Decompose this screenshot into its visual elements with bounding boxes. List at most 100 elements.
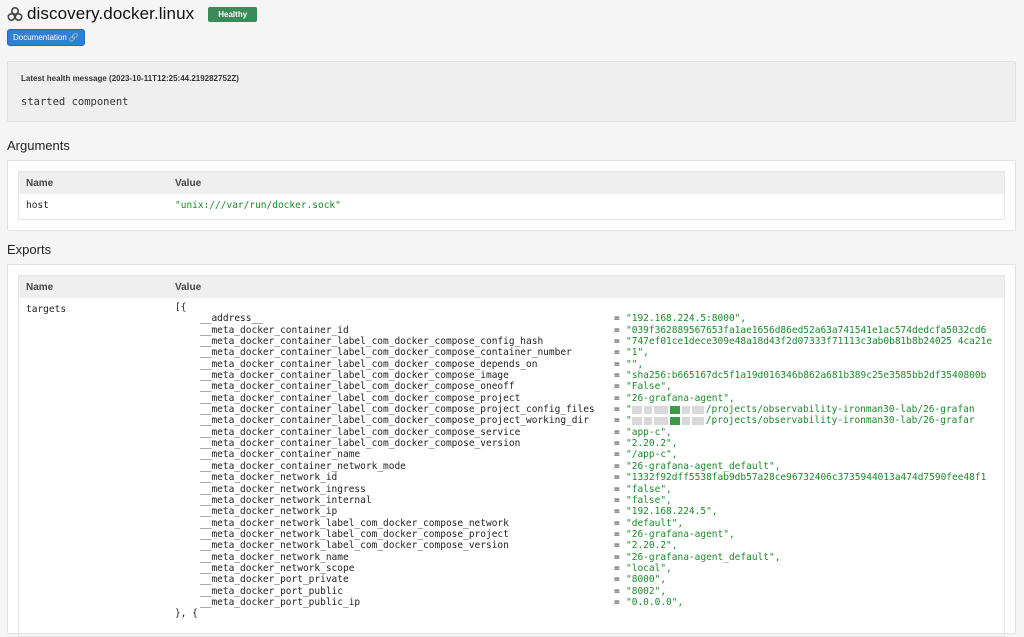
redacted-block xyxy=(631,416,642,425)
code-equals: = xyxy=(614,336,620,348)
code-key: __meta_docker_container_label_com_docker… xyxy=(200,438,521,450)
code-key: __meta_docker_container_label_com_docker… xyxy=(200,347,572,359)
health-message-title: Latest health message (2023-10-11T12:25:… xyxy=(21,74,239,83)
code-equals: = xyxy=(614,551,620,563)
arguments-table: Name Value host "unix:///var/run/docker.… xyxy=(18,171,1005,220)
redacted-block xyxy=(669,405,680,414)
code-equals: = xyxy=(614,392,620,404)
code-equals: = xyxy=(614,517,620,529)
code-line: __meta_docker_container_label_com_docker… xyxy=(175,347,1004,358)
code-value: "1", xyxy=(626,347,649,359)
code-equals: = xyxy=(614,370,620,382)
redacted-block xyxy=(631,405,642,414)
code-line: __meta_docker_port_public_ip = "0.0.0.0", xyxy=(175,597,1004,608)
code-equals: = xyxy=(614,585,620,597)
code-equals: = xyxy=(614,404,620,416)
export-value-code: [{__address__ = "192.168.224.5:8000", __met… xyxy=(175,302,1004,620)
code-line: __meta_docker_container_id = "039f36288956… xyxy=(175,325,1004,336)
code-equals: = xyxy=(614,506,620,518)
documentation-button[interactable]: Documentation 🔗 xyxy=(7,29,85,46)
code-key: __meta_docker_port_public xyxy=(200,585,343,597)
code-key: __meta_docker_network_internal xyxy=(200,494,372,506)
code-key: __meta_docker_network_ingress xyxy=(200,483,366,495)
code-key: __meta_docker_network_id xyxy=(200,472,338,484)
code-value-text: /projects/observability-ironman30-lab/26… xyxy=(705,415,975,427)
redacted-block xyxy=(681,416,690,425)
code-value: "False", xyxy=(626,381,672,393)
code-key: __meta_docker_container_label_com_docker… xyxy=(200,336,544,348)
argument-name: host xyxy=(26,200,49,211)
code-line: __address__ = "192.168.224.5:8000", xyxy=(175,313,1004,324)
redacted-block xyxy=(669,416,680,425)
code-line: __meta_docker_port_public = "8002", xyxy=(175,586,1004,597)
code-key: __meta_docker_container_network_mode xyxy=(200,460,406,472)
code-equals: = xyxy=(614,472,620,484)
component-header: discovery.docker.linux Healthy xyxy=(7,4,258,24)
code-value: "192.168.224.5", xyxy=(626,506,718,518)
code-key: __meta_docker_container_label_com_docker… xyxy=(200,381,515,393)
component-icon xyxy=(7,6,23,22)
code-key: __meta_docker_container_label_com_docker… xyxy=(200,392,521,404)
code-line: __meta_docker_container_network_mode = "26… xyxy=(175,461,1004,472)
code-equals: = xyxy=(614,574,620,586)
code-close-bracket: }, { xyxy=(175,608,198,620)
code-equals: = xyxy=(614,540,620,552)
arguments-card: Name Value host "unix:///var/run/docker.… xyxy=(7,160,1016,231)
column-header-value: Value xyxy=(175,177,202,189)
code-equals: = xyxy=(614,313,620,325)
code-line: __meta_docker_container_label_com_docker… xyxy=(175,381,1004,392)
code-equals: = xyxy=(614,324,620,336)
code-line: __meta_docker_container_label_com_docker… xyxy=(175,438,1004,449)
argument-value: "unix:///var/run/docker.sock" xyxy=(175,200,341,211)
arguments-heading: Arguments xyxy=(7,138,70,153)
code-line: __meta_docker_network_id = "1332f92dff5538… xyxy=(175,472,1004,483)
code-line: __meta_docker_network_ingress = "false", xyxy=(175,484,1004,495)
code-equals: = xyxy=(614,460,620,472)
code-line: __meta_docker_network_ip = "192.168.224.5"… xyxy=(175,506,1004,517)
code-value: "default", xyxy=(626,517,684,529)
code-value: "local", xyxy=(626,562,672,574)
code-line: __meta_docker_network_label_com_docker_c… xyxy=(175,518,1004,529)
exports-table: Name Value targets [{__address__ = "192.16… xyxy=(18,275,1005,637)
code-key: __meta_docker_network_scope xyxy=(200,562,355,574)
code-key: __meta_docker_container_label_com_docker… xyxy=(200,370,509,382)
code-value: "192.168.224.5:8000", xyxy=(626,313,747,325)
code-line: __meta_docker_network_scope = "local", xyxy=(175,563,1004,574)
redacted-block xyxy=(653,416,668,425)
redacted-block xyxy=(643,416,652,425)
table-header: Name Value xyxy=(19,276,1004,298)
code-key: __meta_docker_network_ip xyxy=(200,506,338,518)
code-line: __meta_docker_container_label_com_docker… xyxy=(175,404,1004,415)
code-line: __meta_docker_container_label_com_docker… xyxy=(175,359,1004,370)
code-key: __meta_docker_network_name xyxy=(200,551,349,563)
code-value: "8002", xyxy=(626,585,667,597)
code-equals: = xyxy=(614,415,620,427)
code-key: __meta_docker_port_public_ip xyxy=(200,596,361,608)
code-value: "26-grafana-agent_default", xyxy=(626,460,781,472)
code-equals: = xyxy=(614,358,620,370)
code-value: "/projects/observability-ironman30-lab/2… xyxy=(626,404,975,415)
code-key: __meta_docker_container_label_com_docker… xyxy=(200,358,538,370)
code-equals: = xyxy=(614,438,620,450)
code-equals: = xyxy=(614,483,620,495)
column-header-name: Name xyxy=(26,281,54,293)
table-row: host "unix:///var/run/docker.sock" xyxy=(19,194,1004,216)
code-value: "0.0.0.0", xyxy=(626,596,684,608)
code-equals: = xyxy=(614,449,620,461)
code-equals: = xyxy=(614,528,620,540)
redacted-block xyxy=(691,405,704,414)
code-key: __meta_docker_network_label_com_docker_c… xyxy=(200,540,509,552)
code-equals: = xyxy=(614,381,620,393)
code-line: __meta_docker_container_label_com_docker… xyxy=(175,370,1004,381)
code-key: __meta_docker_container_id xyxy=(200,324,349,336)
exports-heading: Exports xyxy=(7,242,52,257)
code-value: "8000", xyxy=(626,574,667,586)
redacted-block xyxy=(681,405,690,414)
status-badge: Healthy xyxy=(208,6,258,22)
code-value: "1332f92dff5538fab9db57a28ce96732406c373… xyxy=(626,472,987,484)
code-value: "747ef01ce1dece309e48a18d43f2d07333f7111… xyxy=(626,336,993,348)
code-key: __meta_docker_network_label_com_docker_c… xyxy=(200,528,509,540)
redacted-block xyxy=(643,405,652,414)
code-equals: = xyxy=(614,347,620,359)
code-value: "app-c", xyxy=(626,426,672,438)
